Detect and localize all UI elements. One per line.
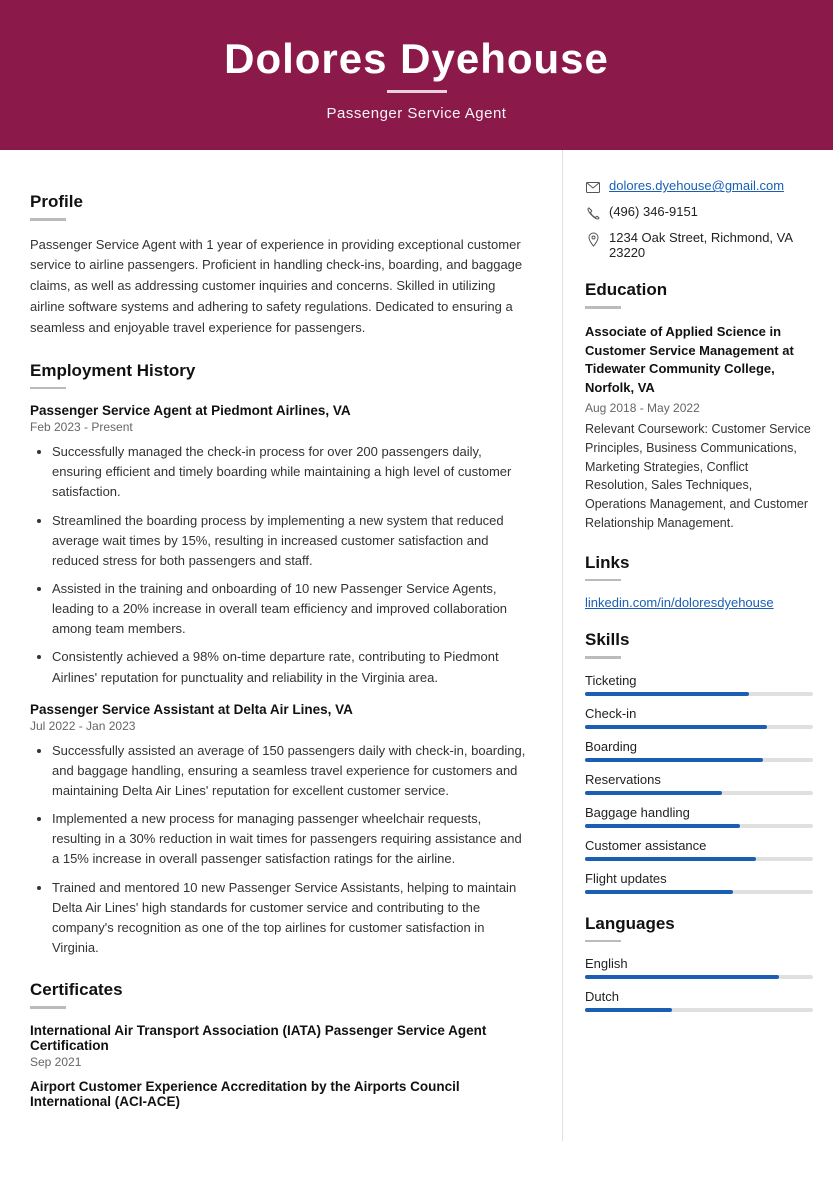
education-dates: Aug 2018 - May 2022 <box>585 401 813 415</box>
cert-1-title: International Air Transport Association … <box>30 1023 532 1053</box>
contact-email-item: dolores.dyehouse@gmail.com <box>585 178 813 195</box>
right-column: dolores.dyehouse@gmail.com (496) 346-915… <box>563 150 833 1052</box>
job-2-bullet-1: Successfully assisted an average of 150 … <box>52 741 532 801</box>
job-1-bullet-4: Consistently achieved a 98% on-time depa… <box>52 647 532 687</box>
profile-section-title: Profile <box>30 192 532 212</box>
education-coursework: Relevant Coursework: Customer Service Pr… <box>585 420 813 533</box>
phone-icon <box>585 205 601 221</box>
lang-english: English <box>585 956 813 979</box>
profile-section: Profile Passenger Service Agent with 1 y… <box>30 192 532 338</box>
email-link[interactable]: dolores.dyehouse@gmail.com <box>609 178 784 193</box>
certificates-divider <box>30 1006 66 1009</box>
languages-section-title: Languages <box>585 914 813 934</box>
employment-section: Employment History Passenger Service Age… <box>30 361 532 958</box>
job-1-bullet-2: Streamlined the boarding process by impl… <box>52 511 532 571</box>
linkedin-link[interactable]: linkedin.com/in/doloresdyehouse <box>585 595 774 610</box>
contact-phone-item: (496) 346-9151 <box>585 204 813 221</box>
languages-divider <box>585 940 621 943</box>
employment-divider <box>30 387 66 390</box>
skill-reservations: Reservations <box>585 772 813 795</box>
skill-baggage: Baggage handling <box>585 805 813 828</box>
left-column: Profile Passenger Service Agent with 1 y… <box>0 150 563 1140</box>
lang-dutch: Dutch <box>585 989 813 1012</box>
job-1-bullet-1: Successfully managed the check-in proces… <box>52 442 532 502</box>
cert-1-date: Sep 2021 <box>30 1055 532 1069</box>
header-underline-decoration <box>387 90 447 93</box>
job-1-dates: Feb 2023 - Present <box>30 420 532 434</box>
skill-ticketing: Ticketing <box>585 673 813 696</box>
cert-2: Airport Customer Experience Accreditatio… <box>30 1079 532 1109</box>
skills-divider <box>585 656 621 659</box>
links-section: Links linkedin.com/in/doloresdyehouse <box>585 553 813 611</box>
job-2-bullet-3: Trained and mentored 10 new Passenger Se… <box>52 878 532 959</box>
contact-address-item: 1234 Oak Street, Richmond, VA 23220 <box>585 230 813 260</box>
education-section: Education Associate of Applied Science i… <box>585 280 813 532</box>
education-section-title: Education <box>585 280 813 300</box>
candidate-name: Dolores Dyehouse <box>20 36 813 82</box>
body-layout: Profile Passenger Service Agent with 1 y… <box>0 150 833 1140</box>
certificates-section: Certificates International Air Transport… <box>30 980 532 1109</box>
skills-section-title: Skills <box>585 630 813 650</box>
job-2-bullets: Successfully assisted an average of 150 … <box>30 741 532 958</box>
education-divider <box>585 306 621 309</box>
contact-section: dolores.dyehouse@gmail.com (496) 346-915… <box>585 178 813 260</box>
cert-2-title: Airport Customer Experience Accreditatio… <box>30 1079 532 1109</box>
resume-header: Dolores Dyehouse Passenger Service Agent <box>0 0 833 150</box>
job-1-bullet-3: Assisted in the training and onboarding … <box>52 579 532 639</box>
skills-section: Skills Ticketing Check-in Boarding Reser… <box>585 630 813 894</box>
job-2-title: Passenger Service Assistant at Delta Air… <box>30 702 532 717</box>
education-degree: Associate of Applied Science in Customer… <box>585 323 813 398</box>
profile-divider <box>30 218 66 221</box>
candidate-title: Passenger Service Agent <box>20 105 813 122</box>
links-section-title: Links <box>585 553 813 573</box>
skill-flight-updates: Flight updates <box>585 871 813 894</box>
cert-1: International Air Transport Association … <box>30 1023 532 1069</box>
job-1: Passenger Service Agent at Piedmont Airl… <box>30 403 532 688</box>
email-icon <box>585 179 601 195</box>
resume-wrapper: Dolores Dyehouse Passenger Service Agent… <box>0 0 833 1178</box>
skill-customer-assistance: Customer assistance <box>585 838 813 861</box>
employment-section-title: Employment History <box>30 361 532 381</box>
skill-boarding: Boarding <box>585 739 813 762</box>
job-1-bullets: Successfully managed the check-in proces… <box>30 442 532 688</box>
phone-text: (496) 346-9151 <box>609 204 698 219</box>
skill-checkin: Check-in <box>585 706 813 729</box>
location-icon <box>585 231 601 247</box>
links-divider <box>585 579 621 582</box>
profile-text: Passenger Service Agent with 1 year of e… <box>30 235 532 339</box>
job-2-bullet-2: Implemented a new process for managing p… <box>52 809 532 869</box>
job-1-title: Passenger Service Agent at Piedmont Airl… <box>30 403 532 418</box>
languages-section: Languages English Dutch <box>585 914 813 1013</box>
certificates-section-title: Certificates <box>30 980 532 1000</box>
job-2: Passenger Service Assistant at Delta Air… <box>30 702 532 958</box>
job-2-dates: Jul 2022 - Jan 2023 <box>30 719 532 733</box>
address-text: 1234 Oak Street, Richmond, VA 23220 <box>609 230 813 260</box>
